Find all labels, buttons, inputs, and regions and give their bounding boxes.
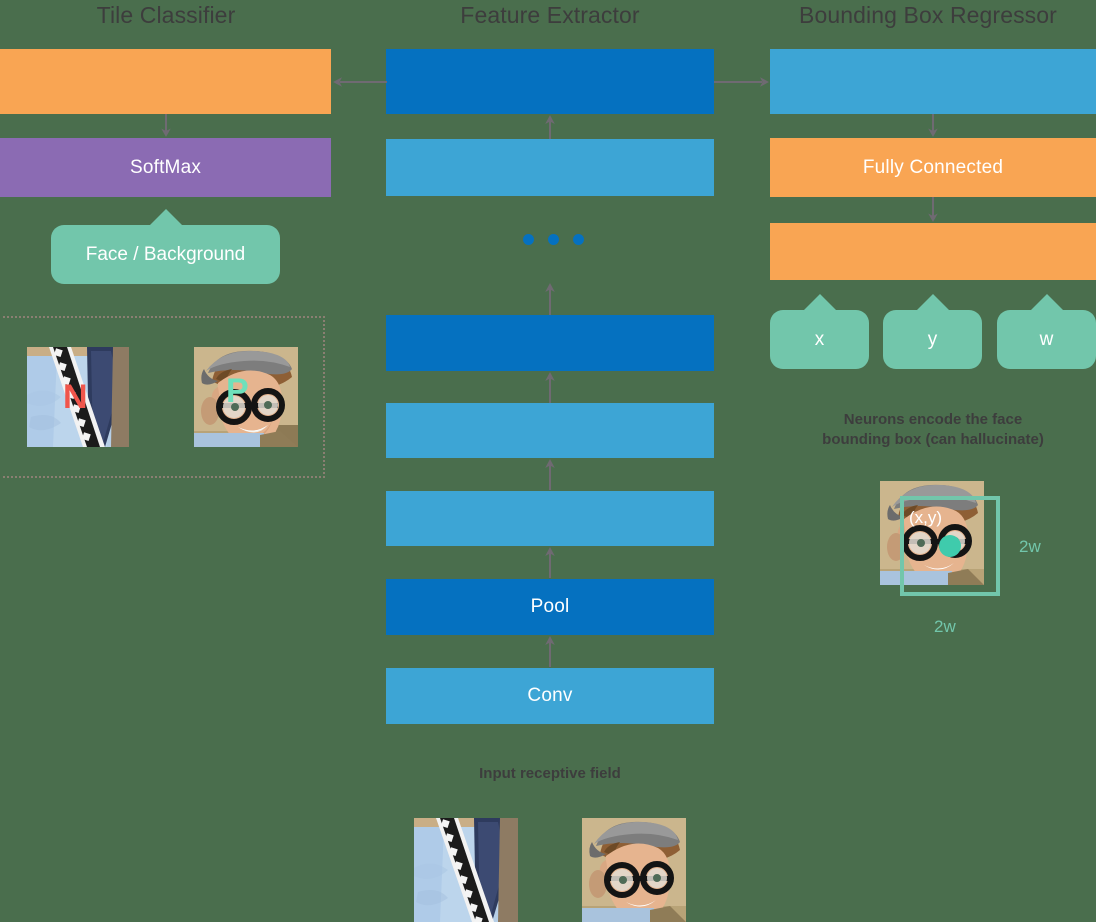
neuron-bubble-label-y: y [927,328,938,350]
bbox-center-dot-icon [939,535,961,557]
left-layer-softmax[interactable]: SoftMax [0,138,331,197]
input-tile-image-shirt [414,818,518,922]
arrow-left-fc-to-softmax [161,114,171,137]
ellipsis-dot-icon [548,234,559,245]
bounding-box-note-line2: bounding box (can hallucinate) [822,431,1044,448]
right-layer-fully-connected[interactable]: Fully Connected [770,138,1096,197]
arrow-feature-to-bbox-regressor [714,77,769,87]
center-layer-pool[interactable]: Pool [386,579,714,635]
bbox-height-label: 2w [1019,537,1041,556]
column-title-tile-classifier: Tile Classifier [96,2,236,28]
input-tile-image-face [582,818,686,922]
center-layer-5[interactable] [386,491,714,546]
column-title-bounding-box-regressor: Bounding Box Regressor [799,2,1057,28]
output-bubble-face-background[interactable]: Face / Background [51,209,280,284]
center-layer-2[interactable] [386,139,714,196]
arrow-feature-to-tile-classifier [333,77,387,87]
arrow-center-3-to-dots [545,283,555,316]
input-tile-positive[interactable] [582,818,686,922]
ellipsis-dot-icon [523,234,534,245]
input-receptive-field-caption: Input receptive field [479,765,621,782]
left-layer-fc-output[interactable] [0,49,331,114]
center-layer-top[interactable] [386,49,714,114]
neuron-bubble-y[interactable]: y [883,294,982,369]
diagram-canvas: Tile Classifier Feature Extractor Boundi… [0,0,1096,922]
bubble-tip-icon [915,294,950,311]
output-bubble-label: Face / Background [85,243,246,265]
bubble-tip-icon [148,209,183,226]
input-tile-negative[interactable] [414,818,518,922]
bounding-box-note-line1: Neurons encode the face [843,411,1023,428]
tile-mark-negative: N [63,378,88,416]
center-layer-conv[interactable]: Conv [386,668,714,724]
neuron-bubble-w[interactable]: w [997,294,1096,369]
neuron-bubble-x[interactable]: x [770,294,869,369]
arrow-center-5-to-4 [545,459,555,490]
center-layer-4[interactable] [386,403,714,458]
center-layer-3[interactable] [386,315,714,371]
right-layer-top[interactable] [770,49,1096,114]
bbox-origin-label: (x,y) [909,508,943,527]
neuron-bubble-label-w: w [1039,328,1054,350]
arrow-right-top-to-fc [928,114,938,137]
bubble-tip-icon [802,294,837,311]
arrow-center-4-to-3 [545,372,555,403]
ellipsis-dot-icon [573,234,584,245]
arrow-pool-to-layer5 [545,547,555,578]
bbox-width-label: 2w [934,617,956,636]
arrow-fc-to-output [928,197,938,222]
arrow-conv-to-pool [545,636,555,667]
tile-thumbnail-negative[interactable]: N [27,347,129,447]
center-ellipsis-dots [523,234,584,245]
neuron-bubble-label-x: x [814,328,825,350]
tile-mark-positive: P [226,372,249,410]
column-title-feature-extractor: Feature Extractor [460,2,640,28]
arrow-center-2-to-1 [545,115,555,140]
right-layer-output[interactable] [770,223,1096,280]
bubble-tip-icon [1029,294,1064,311]
tile-thumbnail-positive[interactable]: P [194,347,298,447]
